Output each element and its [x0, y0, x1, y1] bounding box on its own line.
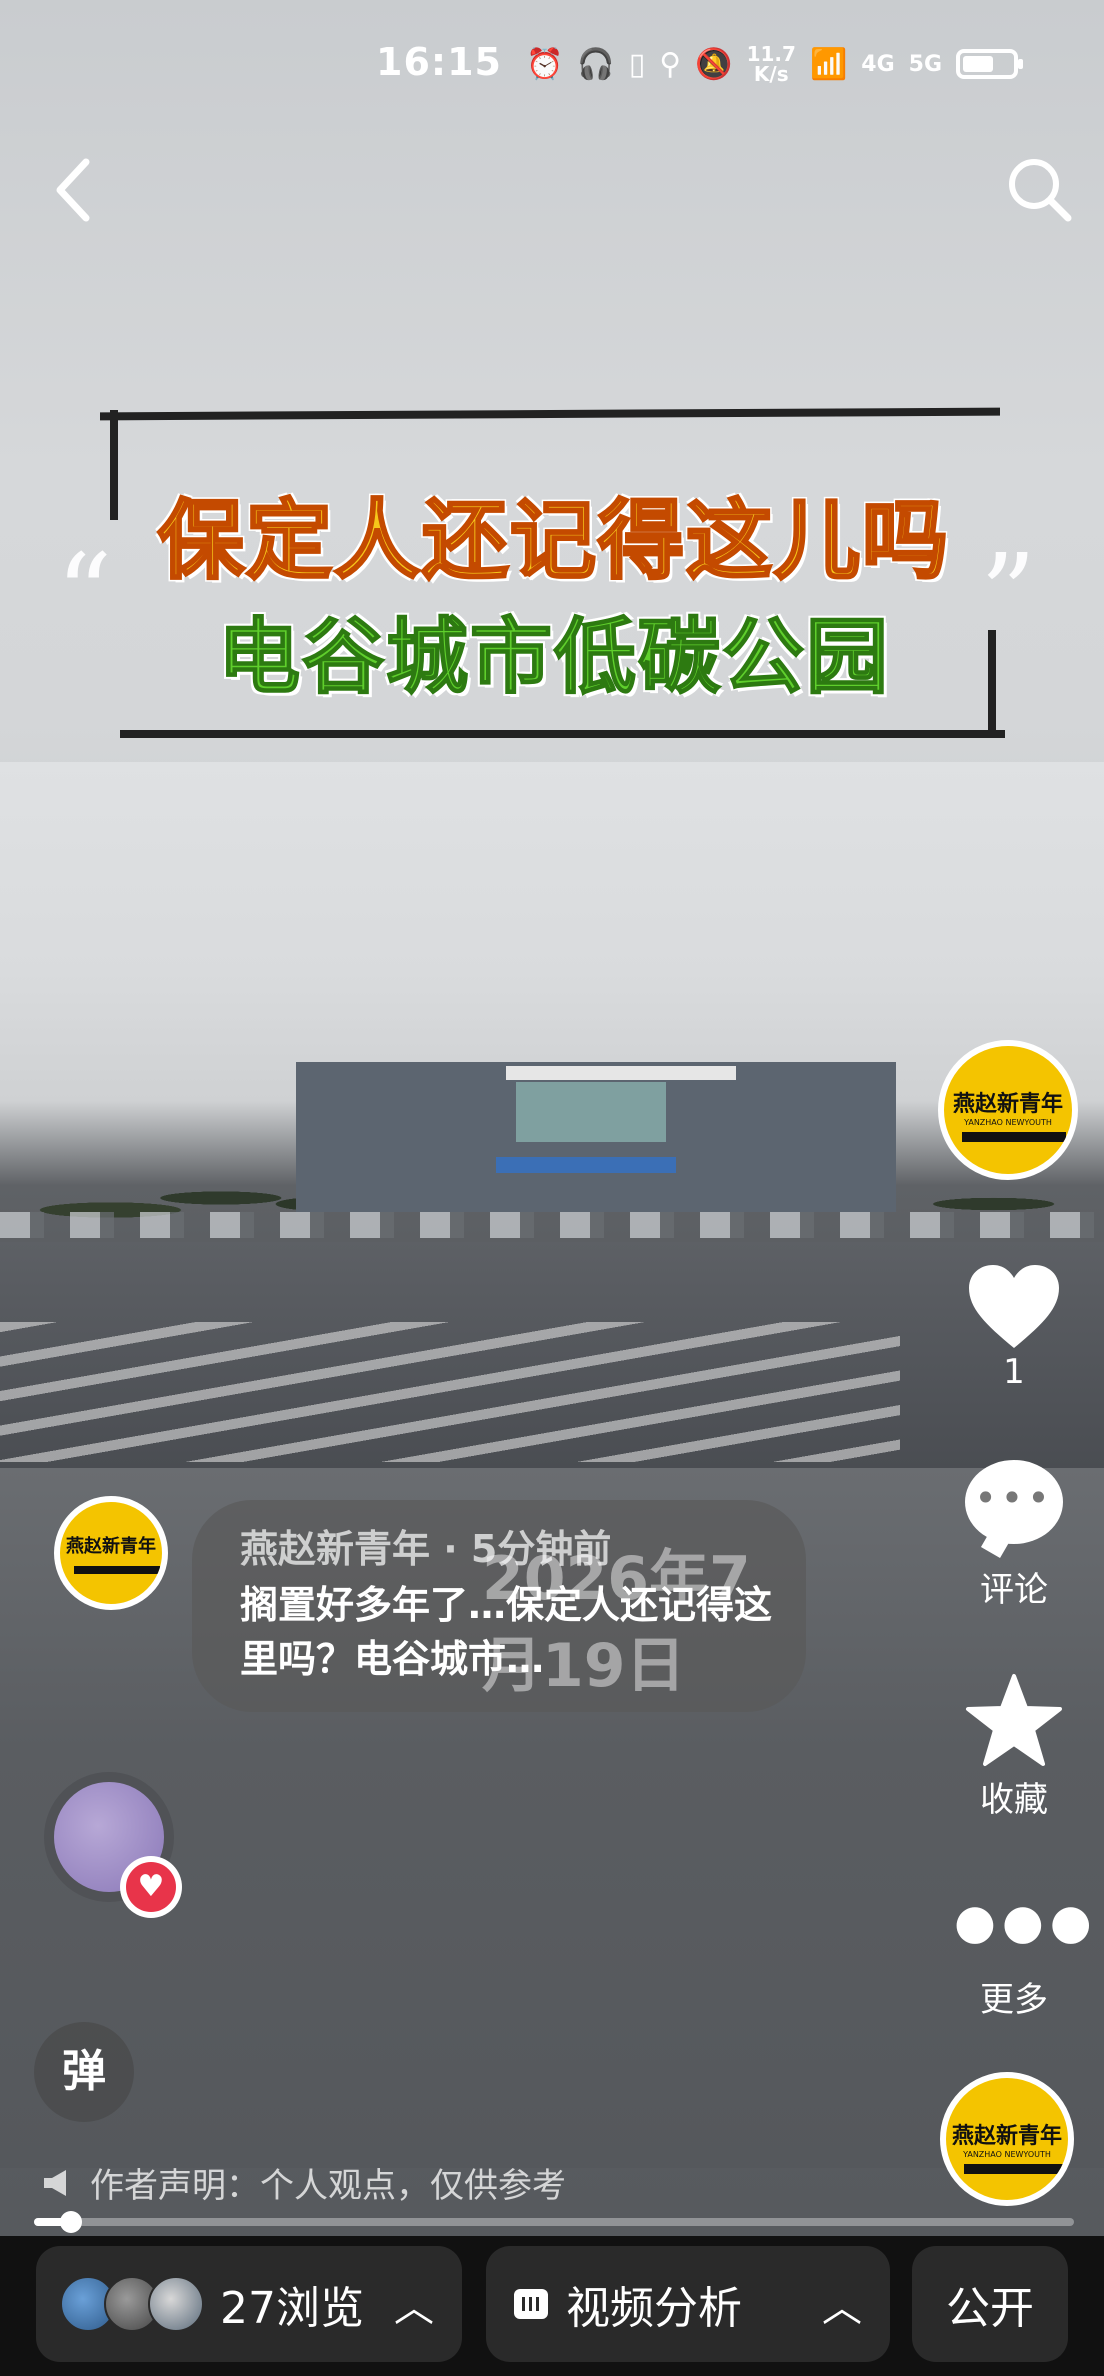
comment-bubble-icon: •••: [965, 1460, 1063, 1544]
comment-author-avatar[interactable]: 燕赵新青年: [54, 1496, 168, 1610]
video-progress-bar[interactable]: [34, 2211, 1074, 2233]
video-analysis-label: 视频分析: [566, 2283, 742, 2334]
location-icon: ⚲: [659, 46, 682, 82]
net-speed: 11.7 K/s: [747, 44, 796, 84]
follow-user-avatar[interactable]: ♥: [44, 1772, 182, 1918]
video-analysis-button[interactable]: 视频分析 ︿: [486, 2246, 890, 2362]
comment-button[interactable]: ••• 评论: [954, 1460, 1074, 1611]
megaphone-icon: [44, 2169, 66, 2196]
brand-disc-subtext: YANZHAO NEWYOUTH: [963, 2150, 1051, 2159]
like-count: 1: [1003, 1352, 1025, 1392]
author-avatar[interactable]: 燕赵新青年 YANZHAO NEWYOUTH: [938, 1040, 1078, 1180]
progress-knob[interactable]: [60, 2211, 83, 2233]
star-icon: [966, 1674, 1062, 1766]
viewer-avatars: [60, 2276, 204, 2332]
brand-disc-text: 燕赵新青年: [951, 2124, 1062, 2149]
video-screen[interactable]: 16:15 ⏰ 🎧 ▯ ⚲ 🔕 11.7 K/s 📶 4G 5G “ ” 保定人…: [0, 0, 1104, 2376]
like-button[interactable]: 1: [954, 1262, 1074, 1392]
video-title-line2: 电谷城市低碳公园: [217, 609, 890, 706]
views-button[interactable]: 27浏览 ︿: [36, 2246, 462, 2362]
more-dots-icon: ●●●: [954, 1894, 1098, 1950]
status-icons: ⏰ 🎧 ▯ ⚲ 🔕 11.7 K/s 📶 4G 5G: [526, 44, 1024, 84]
brand-subtext: YANZHAO NEWYOUTH: [964, 1118, 1052, 1127]
comment-text: 搁置好多年了…保定人还记得这里吗？电谷城市…: [240, 1583, 773, 1681]
net-speed-unit: K/s: [753, 62, 789, 86]
collect-button[interactable]: 收藏: [954, 1672, 1074, 1821]
brand-text: 燕赵新青年: [952, 1092, 1063, 1117]
chevron-up-icon: ︿: [822, 2285, 862, 2331]
chevron-left-icon: [56, 158, 90, 222]
bottom-bar: 27浏览 ︿ 视频分析 ︿ 公开: [0, 2236, 1104, 2376]
views-count: 27浏览: [220, 2283, 364, 2334]
follow-heart-icon[interactable]: ♥: [120, 1856, 182, 1918]
chart-icon: [514, 2289, 548, 2319]
search-icon: [1009, 159, 1072, 222]
comment-popup[interactable]: 2026年7月19日 燕赵新青年 · 5分钟前 搁置好多年了…保定人还记得这里吗…: [192, 1500, 806, 1712]
video-title-line1: 保定人还记得这儿吗: [157, 490, 950, 593]
author-statement: 作者声明：个人观点，仅供参考: [40, 2158, 566, 2207]
danmu-toggle-button[interactable]: 弹: [34, 2022, 134, 2122]
status-bar: 16:15 ⏰ 🎧 ▯ ⚲ 🔕 11.7 K/s 📶 4G 5G: [0, 0, 1104, 130]
search-button[interactable]: [1000, 150, 1080, 230]
signal-4g: 4G: [861, 51, 895, 77]
sim-icon: ▯: [628, 46, 646, 82]
public-button[interactable]: 公开: [912, 2246, 1068, 2362]
more-label: 更多: [980, 1980, 1048, 2020]
brand-disc-avatar[interactable]: 燕赵新青年 YANZHAO NEWYOUTH: [940, 2072, 1074, 2206]
building-image: [296, 1062, 896, 1212]
collect-label: 收藏: [980, 1780, 1048, 1820]
headphones-icon: 🎧: [577, 46, 615, 82]
comment-meta: 燕赵新青年 · 5分钟前: [240, 1527, 612, 1571]
mute-icon: 🔕: [695, 46, 733, 82]
heart-icon: [965, 1262, 1063, 1352]
comment-avatar-text: 燕赵新青年: [66, 1536, 156, 1557]
battery-icon: [956, 49, 1024, 79]
alarm-icon: ⏰: [526, 46, 564, 82]
status-time: 16:15: [376, 40, 502, 84]
chevron-up-icon: ︿: [394, 2285, 434, 2331]
author-statement-text: 作者声明：个人观点，仅供参考: [90, 2166, 566, 2206]
signal-5g: 5G: [908, 51, 943, 77]
video-title-card: “ ” 保定人还记得这儿吗 电谷城市低碳公园: [56, 407, 1036, 748]
comment-label: 评论: [980, 1570, 1048, 1610]
back-button[interactable]: [46, 150, 106, 230]
more-button[interactable]: ●●● 更多: [954, 1894, 1098, 2021]
wifi-icon: 📶: [809, 46, 848, 82]
